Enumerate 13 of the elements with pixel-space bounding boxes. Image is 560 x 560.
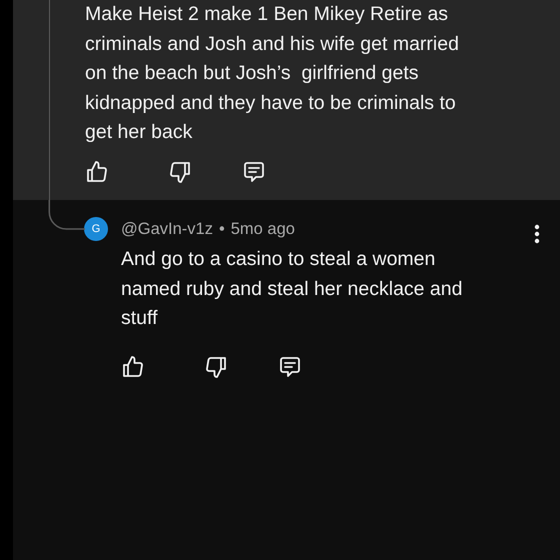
reply-text: And go to a casino to steal a women named ruby and steal her necklace and stuff xyxy=(121,247,462,332)
separator: • xyxy=(218,219,225,240)
author-name[interactable]: @GavIn-v1z xyxy=(121,217,213,241)
comment-time[interactable]: 5mo ago xyxy=(230,217,295,241)
reply-icon[interactable] xyxy=(278,354,302,379)
comment-text: Make Heist 2 make 1 Ben Mikey Retire as criminals and Josh and his wife get married on the beach but Josh’s girlfriend gets kidnapped and they have to be criminals to get her back xyxy=(85,2,460,146)
more-options-icon[interactable] xyxy=(534,224,540,244)
thumbs-up-icon[interactable] xyxy=(121,354,145,379)
thumbs-up-icon[interactable] xyxy=(85,160,109,184)
thumbs-down-icon[interactable] xyxy=(204,354,228,379)
reply-icon[interactable] xyxy=(242,160,266,184)
avatar[interactable]: G xyxy=(84,217,108,241)
thumbs-down-icon[interactable] xyxy=(168,160,192,184)
